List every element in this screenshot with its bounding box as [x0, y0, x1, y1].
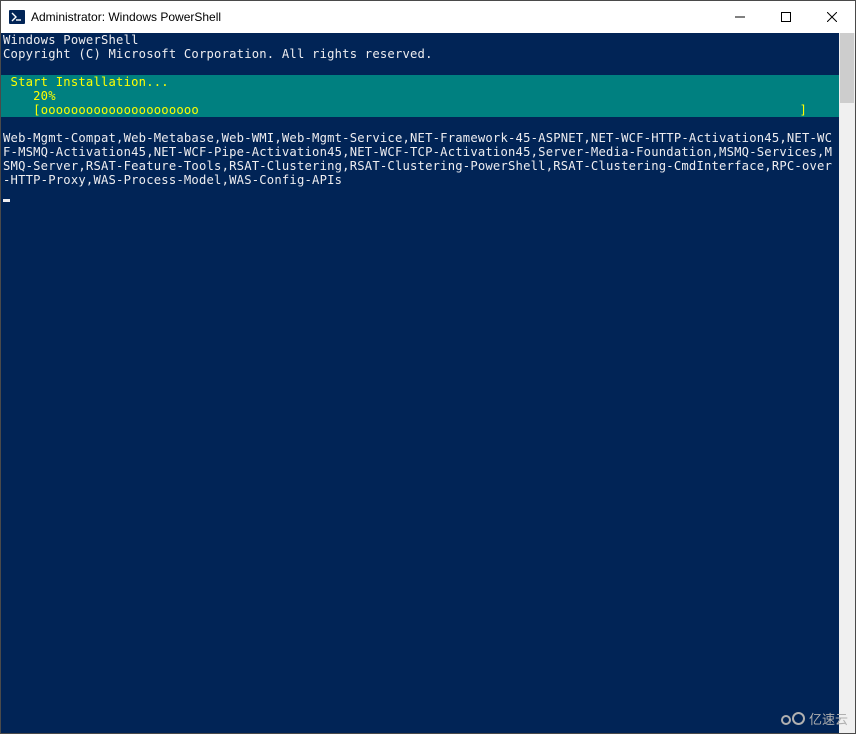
minimize-button[interactable] [717, 1, 763, 33]
console-output[interactable]: Windows PowerShell Copyright (C) Microso… [1, 33, 839, 733]
progress-bar: [ ooooooooooooooooooooo ] [3, 103, 837, 117]
progress-title: Start Installation... [3, 75, 837, 89]
powershell-window: Administrator: Windows PowerShell Window… [0, 0, 856, 734]
header-line-1: Windows PowerShell [3, 33, 837, 47]
window-controls [717, 1, 855, 33]
progress-bar-spacer [199, 103, 799, 117]
progress-bar-close: ] [799, 103, 837, 117]
header-line-2: Copyright (C) Microsoft Corporation. All… [3, 47, 837, 61]
powershell-icon [9, 9, 25, 25]
progress-panel: Start Installation... 20% [ oooooooooooo… [1, 75, 839, 117]
vertical-scrollbar[interactable] [839, 33, 855, 733]
text-cursor [3, 199, 10, 202]
titlebar: Administrator: Windows PowerShell [1, 1, 855, 33]
close-button[interactable] [809, 1, 855, 33]
console-area: Windows PowerShell Copyright (C) Microso… [1, 33, 855, 733]
maximize-button[interactable] [763, 1, 809, 33]
progress-bar-open: [ [3, 103, 41, 117]
progress-bar-fill: ooooooooooooooooooooo [41, 103, 199, 117]
scrollbar-thumb[interactable] [840, 33, 854, 103]
console-header: Windows PowerShell Copyright (C) Microso… [1, 33, 839, 61]
feature-list: Web-Mgmt-Compat,Web-Metabase,Web-WMI,Web… [1, 131, 839, 187]
progress-percent: 20% [3, 89, 837, 103]
window-title: Administrator: Windows PowerShell [31, 10, 717, 24]
